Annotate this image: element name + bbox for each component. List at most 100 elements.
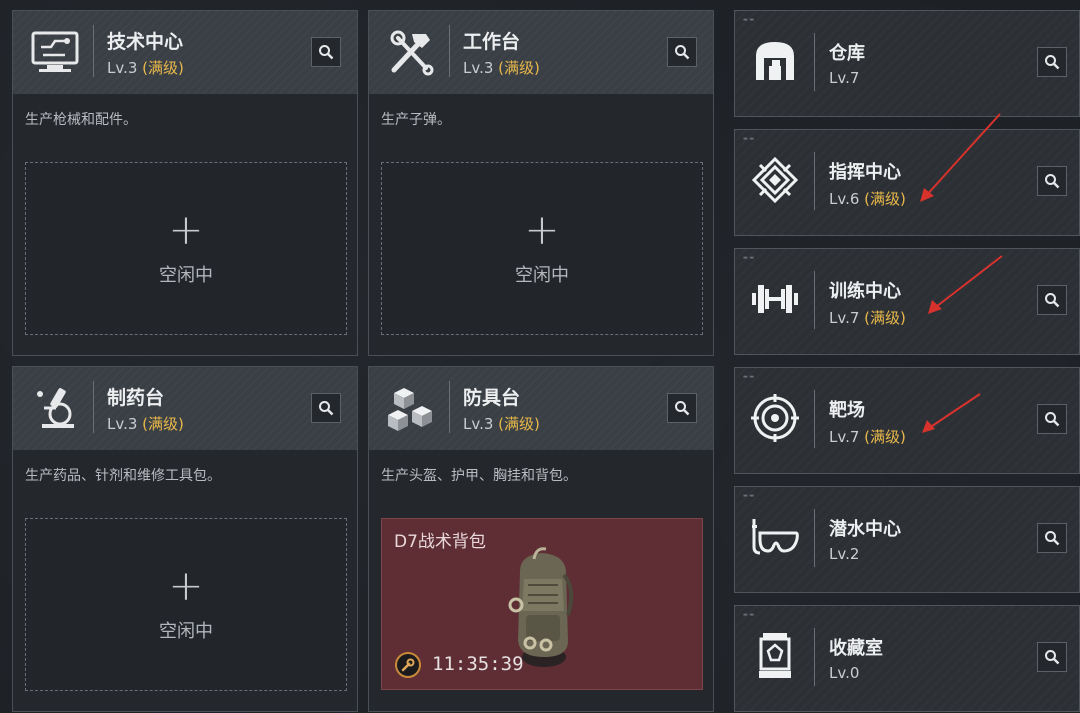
- facility-description: 生产头盔、护甲、胸挂和背包。: [381, 468, 577, 484]
- level-value: Lv.2: [829, 545, 860, 563]
- facility-level: Lv.3 (满级): [107, 57, 184, 78]
- decorative-tag: ▬ ▬: [743, 374, 755, 380]
- room-title: 仓库: [829, 43, 865, 64]
- level-value: Lv.7: [829, 309, 860, 327]
- room-level: Lv.6 (满级): [829, 188, 906, 209]
- room-level: Lv.7 (满级): [829, 426, 906, 447]
- search-icon: [1045, 174, 1060, 189]
- header-divider: [93, 25, 94, 77]
- card-header: 制药台 Lv.3 (满级): [13, 367, 357, 450]
- facility-card-tech-center[interactable]: 技术中心 Lv.3 (满级) 生产枪械和配件。 + 空闲中: [12, 10, 358, 356]
- facility-level: Lv.3 (满级): [107, 413, 184, 434]
- facility-card-workbench[interactable]: 工作台 Lv.3 (满级) 生产子弹。 + 空闲中: [368, 10, 714, 356]
- room-row-command-center[interactable]: ▬ ▬ 指挥中心 Lv.6 (满级): [734, 129, 1080, 236]
- hammer-wrench-icon: [381, 23, 441, 83]
- maxed-badge: (满级): [864, 190, 906, 208]
- search-icon: [319, 45, 334, 60]
- card-header: 工作台 Lv.3 (满级): [369, 11, 713, 94]
- level-value: Lv.3: [107, 415, 138, 433]
- room-title: 靶场: [829, 400, 865, 421]
- facility-level: Lv.3 (满级): [463, 413, 540, 434]
- search-icon: [319, 401, 334, 416]
- facility-description: 生产药品、针剂和维修工具包。: [25, 468, 221, 484]
- production-slot-empty[interactable]: + 空闲中: [381, 162, 703, 335]
- display-case-icon: [747, 626, 803, 686]
- maxed-badge: (满级): [498, 59, 540, 77]
- search-button[interactable]: [1037, 523, 1067, 553]
- header-divider: [93, 381, 94, 433]
- search-button[interactable]: [1037, 47, 1067, 77]
- cubes-icon: [381, 379, 441, 439]
- facility-title: 制药台: [107, 387, 165, 409]
- wrench-icon: [395, 652, 421, 678]
- search-button[interactable]: [1037, 166, 1067, 196]
- search-button[interactable]: [667, 393, 697, 423]
- room-title: 潜水中心: [829, 519, 901, 540]
- add-icon: +: [524, 205, 560, 254]
- maxed-badge: (满级): [142, 415, 184, 433]
- room-level: Lv.0: [829, 664, 859, 682]
- slot-status: 空闲中: [159, 265, 213, 286]
- level-value: Lv.3: [463, 59, 494, 77]
- search-icon: [1045, 650, 1060, 665]
- search-button[interactable]: [311, 393, 341, 423]
- row-divider: [814, 33, 815, 91]
- diving-mask-icon: [747, 507, 803, 567]
- room-title: 收藏室: [829, 638, 883, 659]
- dumbbell-icon: [747, 269, 803, 329]
- target-icon: [747, 388, 803, 448]
- level-value: Lv.6: [829, 190, 860, 208]
- maxed-badge: (满级): [864, 309, 906, 327]
- production-slot-empty[interactable]: + 空闲中: [25, 518, 347, 691]
- room-level: Lv.2: [829, 545, 859, 563]
- production-slot-crafting[interactable]: D7战术背包 11:35:39: [381, 518, 703, 690]
- room-level: Lv.7 (满级): [829, 307, 906, 328]
- command-emblem-icon: [747, 150, 803, 210]
- row-divider: [814, 271, 815, 329]
- card-header: 技术中心 Lv.3 (满级): [13, 11, 357, 94]
- facility-title: 技术中心: [107, 31, 184, 53]
- facility-title: 防具台: [463, 387, 521, 409]
- computer-icon: [25, 23, 85, 83]
- room-title: 指挥中心: [829, 162, 901, 183]
- search-button[interactable]: [311, 37, 341, 67]
- add-icon: +: [168, 561, 204, 610]
- facility-card-pharmacy[interactable]: 制药台 Lv.3 (满级) 生产药品、针剂和维修工具包。 + 空闲中: [12, 366, 358, 712]
- room-row-warehouse[interactable]: ▬ ▬ 仓库 Lv.7: [734, 10, 1080, 117]
- search-icon: [1045, 531, 1060, 546]
- card-header: 防具台 Lv.3 (满级): [369, 367, 713, 450]
- facility-title: 工作台: [463, 31, 521, 53]
- search-icon: [675, 401, 690, 416]
- search-button[interactable]: [1037, 404, 1067, 434]
- search-button[interactable]: [1037, 285, 1067, 315]
- add-icon: +: [168, 205, 204, 254]
- facility-level: Lv.3 (满级): [463, 57, 540, 78]
- room-title: 训练中心: [829, 281, 901, 302]
- decorative-tag: ▬ ▬: [743, 612, 755, 618]
- search-button[interactable]: [1037, 642, 1067, 672]
- slot-status: 空闲中: [515, 265, 569, 286]
- slot-status: 空闲中: [159, 621, 213, 642]
- production-slot-empty[interactable]: + 空闲中: [25, 162, 347, 335]
- level-value: Lv.7: [829, 428, 860, 446]
- crafting-item-name: D7战术背包: [394, 532, 486, 552]
- maxed-badge: (满级): [142, 59, 184, 77]
- search-icon: [1045, 293, 1060, 308]
- decorative-tag: ▬ ▬: [743, 255, 755, 261]
- decorative-tag: ▬ ▬: [743, 136, 755, 142]
- room-row-training-center[interactable]: ▬ ▬ 训练中心 Lv.7 (满级): [734, 248, 1080, 355]
- room-row-diving-center[interactable]: ▬ ▬ 潜水中心 Lv.2: [734, 486, 1080, 593]
- room-level: Lv.7: [829, 69, 859, 87]
- warehouse-icon: [747, 31, 803, 91]
- row-divider: [814, 152, 815, 210]
- maxed-badge: (满级): [864, 428, 906, 446]
- facility-card-armor-bench[interactable]: 防具台 Lv.3 (满级) 生产头盔、护甲、胸挂和背包。 D7战术背包 11:3…: [368, 366, 714, 712]
- crafting-timer: 11:35:39: [432, 653, 524, 675]
- level-value: Lv.0: [829, 664, 860, 682]
- search-button[interactable]: [667, 37, 697, 67]
- room-row-shooting-range[interactable]: ▬ ▬ 靶场 Lv.7 (满级): [734, 367, 1080, 474]
- facility-description: 生产子弹。: [381, 112, 451, 128]
- search-icon: [1045, 412, 1060, 427]
- header-divider: [449, 381, 450, 433]
- room-row-collection-room[interactable]: ▬ ▬ 收藏室 Lv.0: [734, 605, 1080, 712]
